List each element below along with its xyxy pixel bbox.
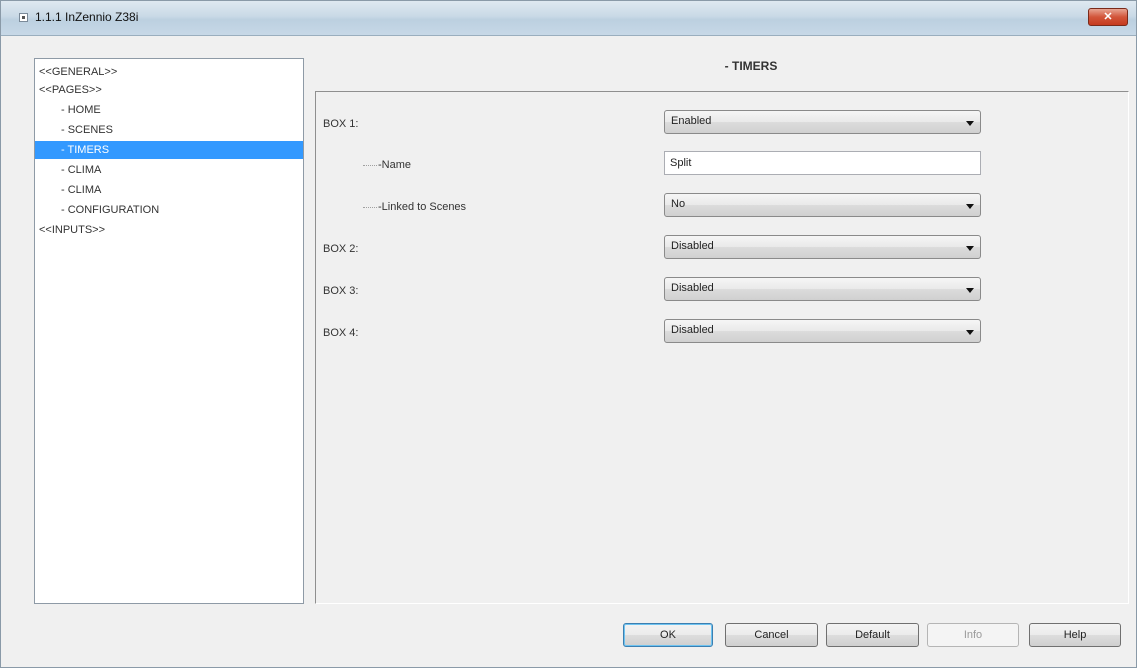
dialog-window: 1.1.1 InZennio Z38i ✕ <<GENERAL>> <<PAGE… [0,0,1137,668]
name-input[interactable] [670,153,970,173]
linked-to-scenes-label: -Linked to Scenes [378,201,467,213]
chevron-down-icon [966,246,974,251]
box1-select[interactable]: Enabled [664,110,981,134]
box2-value: Disabled [671,240,714,252]
box1-label: BOX 1: [323,118,359,130]
tree-item-timers[interactable]: - TIMERS [35,141,303,159]
name-field[interactable] [664,151,981,175]
tree-item-pages[interactable]: <<PAGES>> [35,81,303,99]
box3-value: Disabled [671,282,714,294]
close-button[interactable]: ✕ [1088,8,1128,26]
tree-connector [363,165,377,167]
box4-select[interactable]: Disabled [664,319,981,343]
chevron-down-icon [966,121,974,126]
name-label: -Name [378,159,412,171]
linked-to-scenes-value: No [671,198,686,210]
chevron-down-icon [966,204,974,209]
app-icon [19,13,28,22]
tree-connector [363,207,377,209]
ok-button[interactable]: OK [623,623,713,647]
box1-value: Enabled [671,115,712,127]
tree-item-inputs[interactable]: <<INPUTS>> [35,221,303,239]
box4-label: BOX 4: [323,327,359,339]
page-title: - TIMERS [724,59,778,73]
chevron-down-icon [966,288,974,293]
tree-item-general[interactable]: <<GENERAL>> [35,63,303,81]
close-icon: ✕ [1103,11,1113,23]
box4-value: Disabled [671,324,714,336]
box3-select[interactable]: Disabled [664,277,981,301]
tree-item-home[interactable]: - HOME [35,101,303,119]
box2-label: BOX 2: [323,243,359,255]
title-bar[interactable]: 1.1.1 InZennio Z38i ✕ [1,1,1136,36]
tree-item-clima-1[interactable]: - CLIMA [35,161,303,179]
info-button[interactable]: Info [927,623,1019,647]
parameter-tree: <<GENERAL>> <<PAGES>> - HOME - SCENES - … [34,58,304,604]
linked-to-scenes-select[interactable]: No [664,193,981,217]
box3-label: BOX 3: [323,285,359,297]
chevron-down-icon [966,330,974,335]
tree-item-scenes[interactable]: - SCENES [35,121,303,139]
tree-item-configuration[interactable]: - CONFIGURATION [35,201,303,219]
default-button[interactable]: Default [826,623,919,647]
help-button[interactable]: Help [1029,623,1121,647]
cancel-button[interactable]: Cancel [725,623,818,647]
window-title: 1.1.1 InZennio Z38i [35,10,139,24]
box2-select[interactable]: Disabled [664,235,981,259]
tree-item-clima-2[interactable]: - CLIMA [35,181,303,199]
